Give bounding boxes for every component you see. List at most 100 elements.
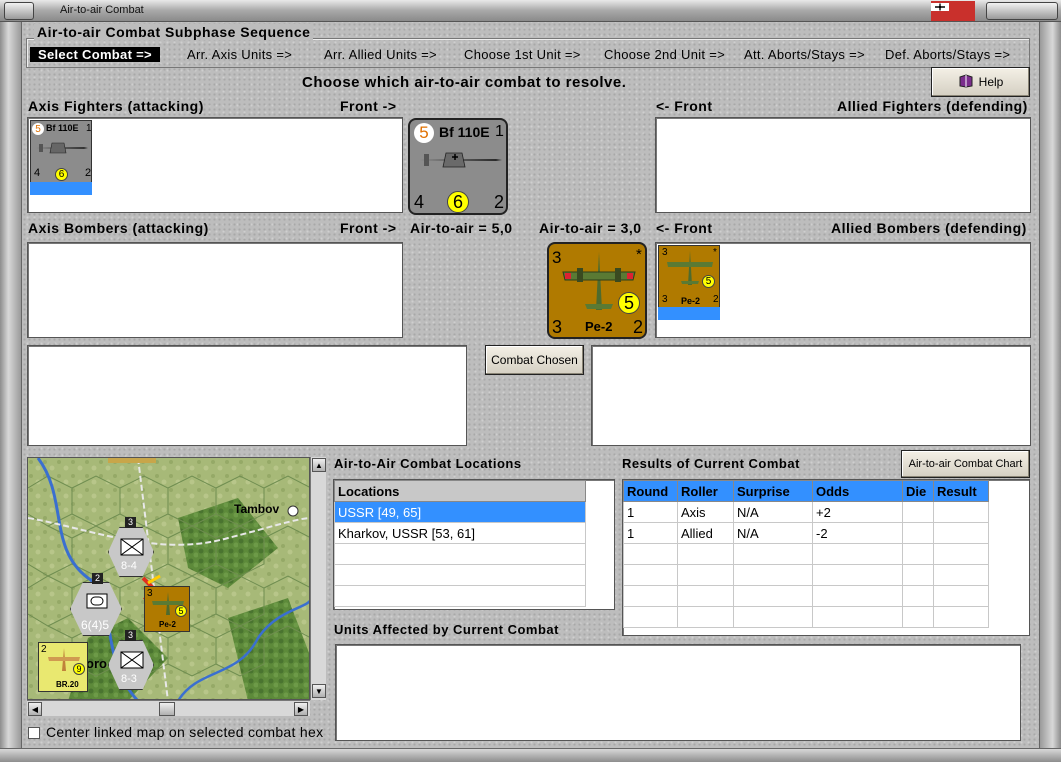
location-cell: [334, 564, 586, 586]
axis-fighter-counter[interactable]: 5 Bf 110E 1 4 6 2: [408, 118, 508, 215]
map-unit-name: Pe-2: [159, 620, 176, 629]
table-row[interactable]: 1 Allied N/A -2: [623, 522, 989, 544]
allied-bomber-mini-counter[interactable]: 3 * 5 3 Pe-2 2: [658, 245, 720, 309]
scroll-right-icon[interactable]: ▶: [294, 702, 308, 716]
window-frame-left: [0, 22, 22, 762]
window-controls[interactable]: [986, 2, 1058, 20]
mini-counter-value: 5: [32, 123, 44, 135]
step-choose-1st[interactable]: Choose 1st Unit =>: [464, 47, 581, 62]
locations-list[interactable]: Locations USSR [49, 65] Kharkov, USSR [5…: [333, 479, 615, 610]
counter-name: Bf 110E: [439, 124, 490, 140]
map-unit-value: 5: [175, 605, 187, 617]
allied-bombers-panel[interactable]: 3 * 5 3 Pe-2 2: [655, 242, 1031, 338]
counter-value: 5: [618, 292, 640, 314]
table-row[interactable]: [623, 543, 989, 565]
allied-fighters-label: Allied Fighters (defending): [837, 98, 1028, 114]
table-cell: 1: [623, 522, 678, 544]
location-cell: USSR [49, 65]: [334, 501, 586, 523]
aircraft-icon: [418, 148, 504, 175]
axis-bombers-panel[interactable]: [27, 242, 403, 338]
table-row[interactable]: [334, 543, 586, 565]
map-unit-value: 9: [73, 663, 85, 675]
aircraft-icon: [34, 139, 90, 160]
counter-value: 5: [414, 123, 434, 143]
scroll-up-icon[interactable]: ▲: [312, 458, 326, 472]
sequence-title: Air-to-air Combat Subphase Sequence: [34, 24, 314, 40]
table-row[interactable]: 1 Axis N/A +2: [623, 501, 989, 523]
combat-chosen-button[interactable]: Combat Chosen: [485, 345, 584, 375]
table-cell: -2: [812, 522, 903, 544]
system-menu-button[interactable]: [4, 2, 34, 20]
mini-counter-value: 4: [34, 167, 41, 179]
map-air-unit-pe2[interactable]: 3 5 Pe-2: [144, 586, 190, 632]
german-flag-icon: [931, 1, 975, 21]
table-row[interactable]: [334, 564, 586, 586]
linked-map[interactable]: Tambov oro 8-4 3 6(4)5 2 8-3 3 2 9 BR.20…: [27, 457, 310, 700]
map-air-unit-br20[interactable]: 2 9 BR.20: [38, 642, 88, 692]
table-cell: [933, 501, 989, 523]
map-unit-value: 8-3: [121, 673, 137, 685]
table-row[interactable]: USSR [49, 65]: [334, 501, 586, 523]
counter-value: 1: [495, 123, 504, 140]
counter-name: Pe-2: [585, 319, 613, 334]
locations-header: Locations: [334, 480, 586, 502]
mini-counter-name: Bf 110E: [46, 123, 79, 133]
help-button[interactable]: Help: [931, 67, 1030, 97]
map-horizontal-scrollbar[interactable]: ◀ ▶: [27, 700, 310, 716]
window-title: Air-to-air Combat: [60, 4, 144, 16]
air-combat-chart-button[interactable]: Air-to-air Combat Chart: [901, 450, 1030, 478]
armor-symbol-icon: [86, 593, 108, 609]
column-header: Surprise: [733, 480, 813, 502]
map-stack-count: 2: [92, 573, 103, 584]
table-row[interactable]: [334, 585, 586, 607]
scroll-down-icon[interactable]: ▼: [312, 684, 326, 698]
scroll-thumb[interactable]: [159, 702, 175, 716]
counter-value: 2: [633, 317, 644, 337]
locations-table: Locations USSR [49, 65] Kharkov, USSR [5…: [334, 480, 586, 607]
step-arr-axis[interactable]: Arr. Axis Units =>: [187, 47, 292, 62]
mini-counter-value: 3: [662, 294, 668, 305]
map-vertical-scrollbar[interactable]: ▲ ▼: [310, 457, 326, 700]
allied-bombers-label: Allied Bombers (defending): [831, 220, 1027, 236]
column-header: Result: [933, 480, 989, 502]
front-right-label-2: Front ->: [340, 220, 397, 236]
table-cell: Allied: [677, 522, 734, 544]
table-row[interactable]: Kharkov, USSR [53, 61]: [334, 522, 586, 544]
center-map-label: Center linked map on selected combat hex: [46, 724, 324, 740]
map-unit-value: 8-4: [121, 560, 137, 572]
table-cell: N/A: [733, 522, 813, 544]
map-city-label-2: oro: [86, 656, 107, 671]
step-select-combat[interactable]: Select Combat =>: [30, 47, 160, 62]
results-header-row: Round Roller Surprise Odds Die Result: [623, 480, 989, 502]
mini-counter-value: 2: [713, 294, 719, 305]
table-row[interactable]: [623, 585, 989, 607]
window-frame-bottom: [0, 748, 1061, 762]
map-stack-count: 3: [125, 517, 136, 528]
axis-fighters-panel[interactable]: 5 Bf 110E 1 4 6 2: [27, 117, 403, 213]
location-cell: Kharkov, USSR [53, 61]: [334, 522, 586, 544]
counter-value: 4: [414, 192, 425, 212]
title-bar[interactable]: Air-to-air Combat: [0, 0, 1061, 22]
step-att-aborts[interactable]: Att. Aborts/Stays =>: [744, 47, 865, 62]
step-arr-allied[interactable]: Arr. Allied Units =>: [324, 47, 437, 62]
step-choose-2nd[interactable]: Choose 2nd Unit =>: [604, 47, 725, 62]
mini-counter-value: 1: [86, 123, 92, 134]
location-cell: [334, 585, 586, 607]
table-row[interactable]: [623, 606, 989, 628]
instruction-text: Choose which air-to-air combat to resolv…: [302, 74, 627, 91]
step-def-aborts[interactable]: Def. Aborts/Stays =>: [885, 47, 1010, 62]
axis-bombers-label: Axis Bombers (attacking): [28, 220, 209, 236]
center-map-checkbox[interactable]: [28, 727, 40, 739]
table-cell: N/A: [733, 501, 813, 523]
allied-bomber-counter[interactable]: 3 * 5 3 Pe-2 2: [547, 242, 647, 339]
allied-fighters-panel[interactable]: [655, 117, 1031, 213]
map-unit-value: 2: [41, 644, 47, 655]
axis-fighter-mini-counter[interactable]: 5 Bf 110E 1 4 6 2: [30, 120, 92, 184]
map-city-label: Tambov: [234, 502, 280, 516]
table-cell: [902, 522, 934, 544]
table-row[interactable]: [623, 564, 989, 586]
mini-counter-value: 5: [702, 275, 715, 288]
mini-counter-value: 6: [55, 168, 68, 181]
mini-counter-value: 2: [85, 167, 92, 179]
scroll-left-icon[interactable]: ◀: [28, 702, 42, 716]
